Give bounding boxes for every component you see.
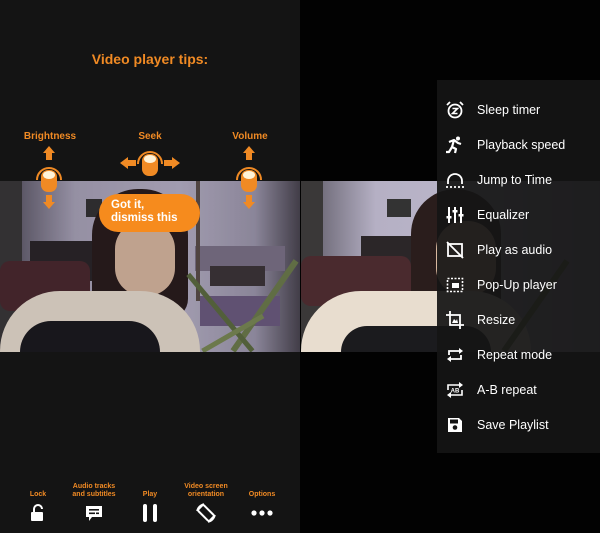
play-control[interactable]: Play	[120, 482, 180, 524]
video-player-tips-screen: Video player tips: Brightness Seek Volum…	[0, 0, 300, 533]
brightness-gesture-icon	[36, 146, 62, 209]
popup-player-icon	[446, 277, 464, 292]
menu-item-equalizer[interactable]: Equalizer	[437, 197, 600, 232]
menu-label: Sleep timer	[477, 102, 541, 117]
options-menu: Sleep timer Playback speed Jump to Time …	[437, 80, 600, 453]
menu-item-sleep-timer[interactable]: Sleep timer	[437, 92, 600, 127]
menu-label: Equalizer	[477, 207, 530, 222]
play-label: Play	[142, 491, 158, 498]
player-controls-bar: Lock Audio tracks and subtitles Play Vid…	[0, 482, 300, 533]
menu-label: Pop-Up player	[477, 277, 557, 292]
crop-icon	[446, 310, 464, 329]
menu-label: A-B repeat	[477, 382, 537, 397]
menu-item-play-as-audio[interactable]: Play as audio	[437, 232, 600, 267]
rotate-screen-icon	[196, 503, 216, 523]
dismiss-line-2: dismiss this	[111, 212, 178, 224]
equalizer-icon	[446, 206, 464, 223]
seek-gesture-icon	[120, 151, 180, 176]
dismiss-tips-button[interactable]: Got it, dismiss this	[99, 194, 200, 232]
jump-time-icon	[446, 172, 464, 188]
menu-item-ab-repeat[interactable]: AB A-B repeat	[437, 372, 600, 407]
volume-gesture-icon	[236, 146, 262, 209]
svg-text:AB: AB	[451, 388, 460, 394]
subtitles-icon	[86, 506, 102, 521]
menu-label: Repeat mode	[477, 347, 553, 362]
menu-item-playback-speed[interactable]: Playback speed	[437, 127, 600, 162]
menu-label: Resize	[477, 312, 516, 327]
menu-item-jump-to-time[interactable]: Jump to Time	[437, 162, 600, 197]
orientation-label: Video screen orientation	[184, 483, 228, 498]
menu-item-resize[interactable]: Resize	[437, 302, 600, 337]
volume-label: Volume	[232, 131, 268, 142]
options-control[interactable]: Options	[232, 482, 292, 524]
audio-subtitles-label: Audio tracks and subtitles	[72, 483, 116, 498]
repeat-icon	[447, 347, 463, 362]
tips-title: Video player tips:	[91, 51, 209, 67]
menu-item-save-playlist[interactable]: Save Playlist	[437, 407, 600, 442]
orientation-control[interactable]: Video screen orientation	[176, 482, 236, 524]
seek-label: Seek	[138, 131, 162, 142]
menu-label: Save Playlist	[477, 417, 549, 432]
audio-subtitles-control[interactable]: Audio tracks and subtitles	[64, 482, 124, 524]
lock-control[interactable]: Lock	[8, 482, 68, 524]
menu-label: Playback speed	[477, 137, 566, 152]
running-icon	[446, 136, 462, 153]
more-icon	[251, 510, 273, 516]
video-off-icon	[446, 240, 464, 259]
alarm-clock-icon	[446, 100, 464, 118]
dismiss-line-1: Got it,	[111, 199, 145, 211]
save-icon	[448, 417, 462, 432]
menu-item-repeat-mode[interactable]: Repeat mode	[437, 337, 600, 372]
pause-icon	[143, 504, 157, 522]
ab-repeat-icon: AB	[447, 381, 463, 398]
options-label: Options	[248, 491, 276, 498]
menu-label: Jump to Time	[477, 172, 553, 187]
lock-label: Lock	[29, 491, 47, 498]
unlock-icon	[31, 504, 43, 521]
brightness-label: Brightness	[23, 131, 77, 142]
menu-label: Play as audio	[477, 242, 553, 257]
menu-item-popup-player[interactable]: Pop-Up player	[437, 267, 600, 302]
